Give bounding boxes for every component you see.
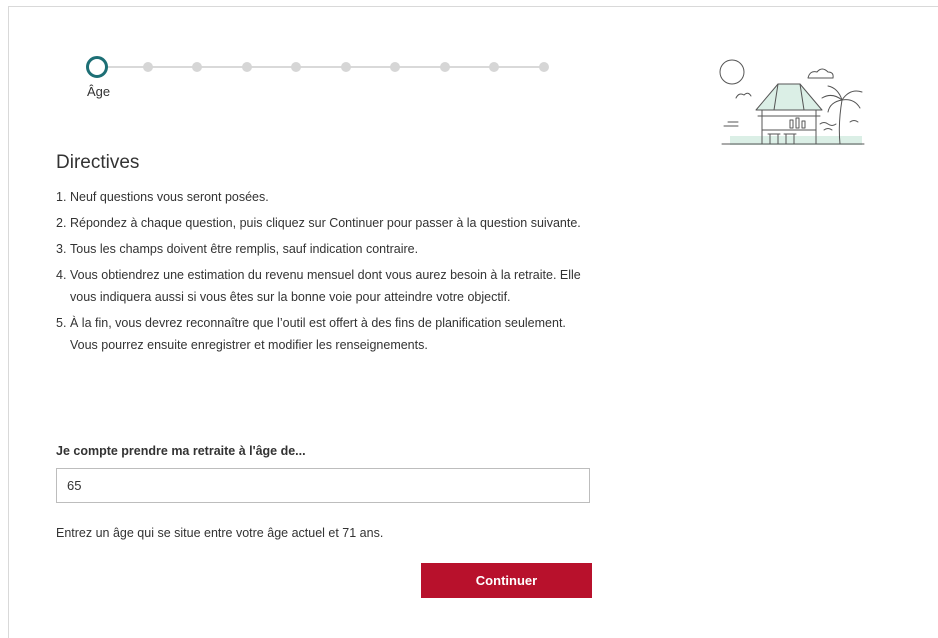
list-item: 5. À la fin, vous devrez reconnaître que… bbox=[56, 312, 596, 356]
directives-title: Directives bbox=[56, 152, 140, 173]
list-item-text: Répondez à chaque question, puis cliquez… bbox=[70, 216, 581, 230]
list-item-number: 2. bbox=[56, 216, 67, 230]
step-9 bbox=[489, 62, 499, 72]
step-6 bbox=[341, 62, 351, 72]
list-item: 2. Répondez à chaque question, puis cliq… bbox=[56, 212, 596, 234]
current-step-label: Âge bbox=[87, 84, 111, 99]
list-item-number: 4. bbox=[56, 268, 67, 282]
step-3 bbox=[192, 62, 202, 72]
list-item-text: À la fin, vous devrez reconnaître que l’… bbox=[70, 316, 566, 352]
list-item: 3. Tous les champs doivent être remplis,… bbox=[56, 238, 596, 260]
list-item-text: Tous les champs doivent être remplis, sa… bbox=[70, 242, 419, 256]
progress-stepper bbox=[86, 56, 556, 78]
step-7 bbox=[390, 62, 400, 72]
retirement-age-input[interactable] bbox=[56, 468, 590, 503]
step-5 bbox=[291, 62, 301, 72]
step-8 bbox=[440, 62, 450, 72]
directives-list: 1. Neuf questions vous seront posées. 2.… bbox=[56, 186, 596, 360]
list-item-number: 3. bbox=[56, 242, 67, 256]
list-item-text: Neuf questions vous seront posées. bbox=[70, 190, 269, 204]
continue-button[interactable]: Continuer bbox=[421, 563, 592, 598]
list-item-number: 1. bbox=[56, 190, 67, 204]
step-4 bbox=[242, 62, 252, 72]
retirement-age-hint: Entrez un âge qui se situe entre votre â… bbox=[56, 526, 384, 540]
list-item-number: 5. bbox=[56, 316, 67, 330]
step-2 bbox=[143, 62, 153, 72]
stepper-track bbox=[96, 66, 548, 68]
beach-hut-palm-sun-icon bbox=[719, 59, 865, 145]
list-item-text: Vous obtiendrez une estimation du revenu… bbox=[70, 268, 581, 304]
step-1-current bbox=[86, 56, 108, 78]
step-10 bbox=[539, 62, 549, 72]
list-item: 4. Vous obtiendrez une estimation du rev… bbox=[56, 264, 596, 308]
retirement-age-label: Je compte prendre ma retraite à l'âge de… bbox=[56, 444, 306, 458]
list-item: 1. Neuf questions vous seront posées. bbox=[56, 186, 596, 208]
